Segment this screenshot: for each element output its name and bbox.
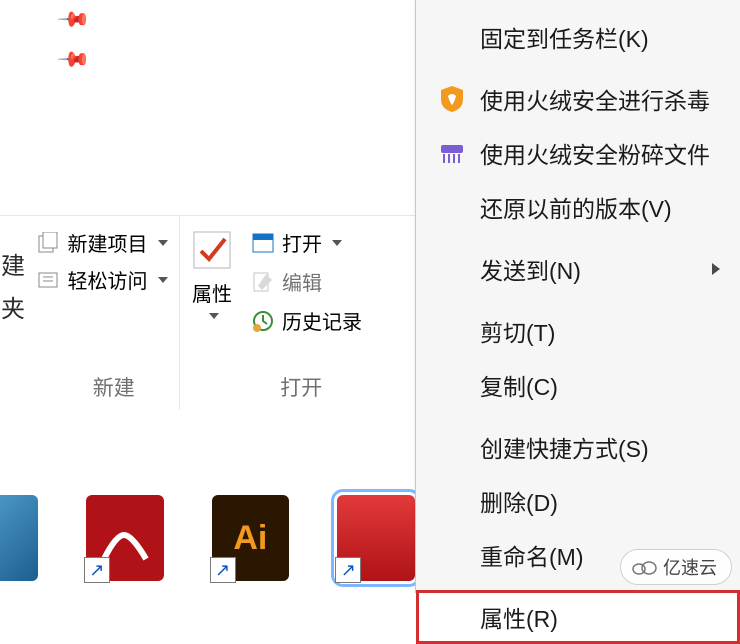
pin-icon: 📌 (55, 42, 90, 77)
menu-label: 固定到任务栏(K) (480, 20, 720, 54)
menu-copy[interactable]: 复制(C) (416, 358, 740, 412)
context-menu: 固定到任务栏(K) 使用火绒安全进行杀毒 使用火绒安全粉碎文件 还原以前的版本(… (415, 0, 740, 593)
ribbon-group-labels: 新建 打开 (0, 372, 415, 402)
submenu-arrow-icon (712, 263, 720, 275)
menu-label: 使用火绒安全粉碎文件 (480, 136, 720, 170)
group-label-open: 打开 (280, 372, 322, 402)
properties-button[interactable]: 属性 (186, 224, 238, 323)
checkmark-icon (190, 228, 234, 272)
edit-button[interactable]: 编辑 (248, 263, 364, 300)
menu-pin-taskbar[interactable]: 固定到任务栏(K) (416, 10, 740, 64)
watermark-label: 亿速云 (663, 554, 717, 580)
chevron-down-icon (158, 277, 168, 283)
properties-label: 属性 (192, 278, 232, 307)
menu-label: 复制(C) (480, 368, 720, 402)
desktop-icon-illustrator[interactable]: Ai ↗ (212, 495, 290, 581)
menu-label: 删除(D) (480, 484, 720, 518)
desktop-icon-adobe-reader[interactable]: ↗ (86, 495, 164, 581)
easy-access-button[interactable]: 轻松访问 (34, 261, 170, 298)
easy-access-icon (36, 267, 62, 293)
menu-cut[interactable]: 剪切(T) (416, 304, 740, 358)
menu-send-to[interactable]: 发送到(N) (416, 242, 740, 296)
edit-label: 编辑 (282, 267, 322, 296)
open-button[interactable]: 打开 (248, 224, 364, 261)
chevron-down-icon (158, 240, 168, 246)
history-icon (250, 308, 276, 334)
shortcut-arrow-icon: ↗ (335, 557, 361, 583)
desktop-icons-row: ↗ Ai ↗ ↗ (0, 468, 415, 593)
group-label-new: 新建 (93, 372, 135, 402)
desktop-icon-globe[interactable] (0, 495, 38, 581)
new-item-button[interactable]: 新建项目 (34, 224, 170, 261)
menu-delete[interactable]: 删除(D) (416, 474, 740, 528)
menu-label: 发送到(N) (480, 252, 698, 286)
shortcut-arrow-icon: ↗ (84, 557, 110, 583)
menu-huorong-shred[interactable]: 使用火绒安全粉碎文件 (416, 126, 740, 180)
easy-access-label: 轻松访问 (68, 265, 148, 294)
content-area: 📌 📌 (0, 0, 415, 75)
new-item-label: 新建项目 (68, 228, 148, 257)
new-item-icon (36, 230, 62, 256)
ribbon: 新建项目 轻松访问 属性 (0, 75, 415, 410)
menu-restore-previous[interactable]: 还原以前的版本(V) (416, 180, 740, 234)
menu-create-shortcut[interactable]: 创建快捷方式(S) (416, 420, 740, 474)
edit-icon (250, 269, 276, 295)
menu-label: 使用火绒安全进行杀毒 (480, 82, 720, 116)
open-window-icon (250, 230, 276, 256)
desktop-icon-selected[interactable]: ↗ (337, 495, 415, 581)
open-label: 打开 (282, 228, 322, 257)
shredder-icon (438, 139, 466, 167)
menu-label: 属性(R) (480, 600, 720, 634)
cloud-icon (631, 558, 657, 576)
chevron-down-icon (209, 313, 219, 319)
shortcut-arrow-icon: ↗ (210, 557, 236, 583)
menu-properties[interactable]: 属性(R) (416, 590, 740, 644)
menu-label: 还原以前的版本(V) (480, 190, 720, 224)
pin-icon: 📌 (55, 2, 90, 37)
menu-label: 剪切(T) (480, 314, 720, 348)
history-label: 历史记录 (282, 306, 362, 335)
shield-icon (438, 85, 466, 113)
watermark: 亿速云 (620, 549, 732, 585)
chevron-down-icon (332, 240, 342, 246)
menu-huorong-scan[interactable]: 使用火绒安全进行杀毒 (416, 72, 740, 126)
history-button[interactable]: 历史记录 (248, 302, 364, 339)
menu-label: 创建快捷方式(S) (480, 430, 720, 464)
illustrator-label: Ai (233, 519, 267, 558)
